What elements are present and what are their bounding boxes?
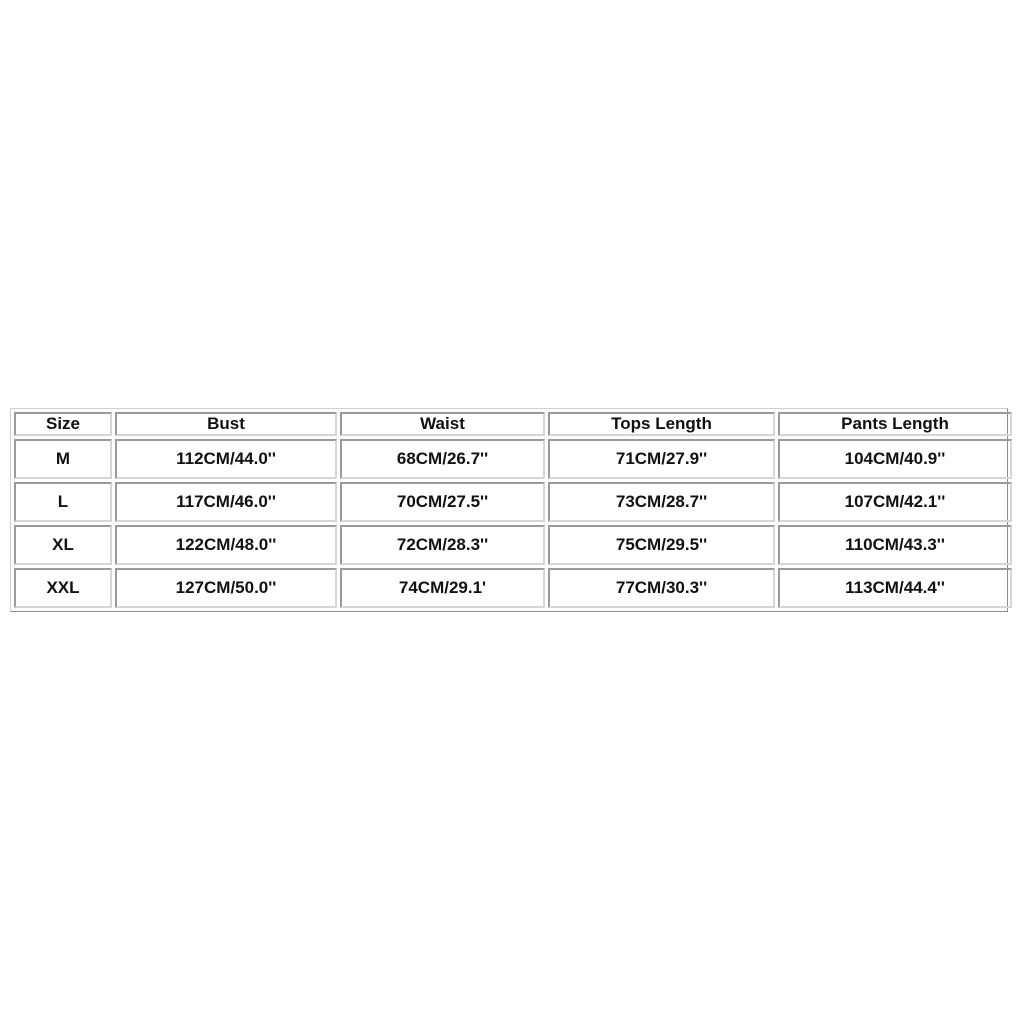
- cell-waist: 68CM/26.7'': [340, 439, 545, 479]
- cell-pants-length: 113CM/44.4'': [778, 568, 1012, 608]
- cell-size: XXL: [14, 568, 112, 608]
- cell-waist: 70CM/27.5'': [340, 482, 545, 522]
- cell-pants-length: 104CM/40.9'': [778, 439, 1012, 479]
- header-bust: Bust: [115, 412, 337, 436]
- table-row: XL 122CM/48.0'' 72CM/28.3'' 75CM/29.5'' …: [14, 525, 1012, 565]
- table-row: L 117CM/46.0'' 70CM/27.5'' 73CM/28.7'' 1…: [14, 482, 1012, 522]
- table-row: XXL 127CM/50.0'' 74CM/29.1' 77CM/30.3'' …: [14, 568, 1012, 608]
- cell-pants-length: 110CM/43.3'': [778, 525, 1012, 565]
- cell-pants-length: 107CM/42.1'': [778, 482, 1012, 522]
- cell-waist: 74CM/29.1': [340, 568, 545, 608]
- cell-size: L: [14, 482, 112, 522]
- header-waist: Waist: [340, 412, 545, 436]
- table-row: M 112CM/44.0'' 68CM/26.7'' 71CM/27.9'' 1…: [14, 439, 1012, 479]
- size-chart-table: Size Bust Waist Tops Length Pants Length…: [11, 409, 1015, 611]
- cell-bust: 117CM/46.0'': [115, 482, 337, 522]
- cell-tops-length: 75CM/29.5'': [548, 525, 775, 565]
- cell-bust: 127CM/50.0'': [115, 568, 337, 608]
- header-row: Size Bust Waist Tops Length Pants Length: [14, 412, 1012, 436]
- cell-tops-length: 77CM/30.3'': [548, 568, 775, 608]
- cell-size: M: [14, 439, 112, 479]
- header-tops-length: Tops Length: [548, 412, 775, 436]
- cell-tops-length: 71CM/27.9'': [548, 439, 775, 479]
- header-pants-length: Pants Length: [778, 412, 1012, 436]
- header-size: Size: [14, 412, 112, 436]
- cell-waist: 72CM/28.3'': [340, 525, 545, 565]
- cell-bust: 122CM/48.0'': [115, 525, 337, 565]
- size-chart: Size Bust Waist Tops Length Pants Length…: [10, 408, 1012, 612]
- cell-size: XL: [14, 525, 112, 565]
- cell-tops-length: 73CM/28.7'': [548, 482, 775, 522]
- cell-bust: 112CM/44.0'': [115, 439, 337, 479]
